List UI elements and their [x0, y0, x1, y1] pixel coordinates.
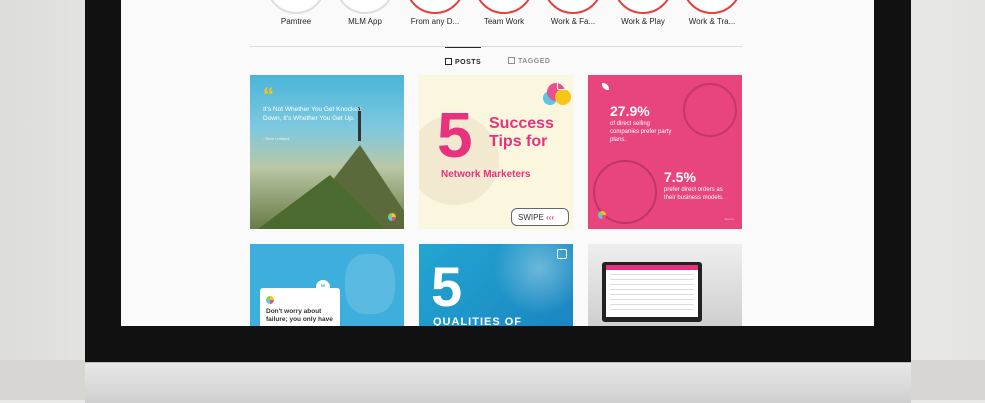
highlight-circle [405, 0, 465, 14]
instagram-profile-screen: Pamtree MLM App From any D... Team Work … [121, 0, 874, 326]
tab-label: TAGGED [518, 58, 551, 65]
highlight-label: From any D... [410, 17, 460, 26]
multi-image-icon [557, 80, 567, 90]
multi-image-icon [557, 249, 567, 259]
highlight-pamtree[interactable]: Pamtree [256, 0, 336, 26]
post-quote-author: - Vince Lombardi [263, 137, 290, 141]
highlight-circle [335, 0, 395, 14]
source-note: Source [724, 217, 734, 221]
monitor-chin [85, 362, 911, 403]
grid-icon [445, 58, 452, 65]
highlight-circle [543, 0, 603, 14]
post-laptop-dashboard[interactable] [588, 244, 742, 326]
highlight-label: MLM App [348, 17, 382, 26]
post-quote-text: Don't worry about failure; you only have [266, 308, 333, 323]
highlight-label: Work & Tra... [688, 17, 736, 26]
stat-value: 7.5% [664, 169, 696, 185]
laptop-table-rows [610, 274, 694, 314]
highlight-circle [613, 0, 673, 14]
highlight-circle [682, 0, 742, 14]
post-title: Success Tips for [489, 115, 554, 150]
laptop-header-bar [606, 265, 698, 270]
highlight-work-and-fa[interactable]: Work & Fa... [533, 0, 613, 26]
post-number: 5 [437, 99, 473, 171]
tab-posts[interactable]: POSTS [445, 47, 482, 76]
highlight-team-work[interactable]: Team Work [464, 0, 544, 26]
stat-value: 27.9% [610, 103, 650, 119]
decorative-circle [555, 89, 571, 105]
highlight-circle [474, 0, 534, 14]
highlight-mlm-app[interactable]: MLM App [325, 0, 405, 26]
brand-logo-icon [598, 211, 606, 219]
highlight-label: Work & Fa... [550, 17, 596, 26]
mountain-shape [250, 175, 390, 229]
post-quote-text: It's Not Whether You Get Knocked Down, I… [263, 106, 362, 122]
highlight-circle [266, 0, 326, 14]
tab-label: POSTS [455, 59, 482, 66]
highlight-work-and-tra[interactable]: Work & Tra... [672, 0, 752, 26]
chevron-left-icon: ‹‹‹ [546, 213, 555, 222]
profile-tabs: POSTS TAGGED [121, 47, 874, 75]
post-number: 5 [431, 255, 463, 318]
swipe-label: SWIPE [518, 213, 544, 222]
highlight-from-any-d[interactable]: From any D... [395, 0, 475, 26]
highlight-label: Work & Play [621, 17, 665, 26]
person-photo [345, 254, 395, 314]
post-quote-mountain[interactable]: “ It's Not Whether You Get Knocked Down,… [250, 75, 404, 229]
swipe-badge: SWIPE ‹‹‹ [511, 208, 569, 226]
post-failure-quote[interactable]: “ Don't worry about failure; you only ha… [250, 244, 404, 326]
post-title: QUALITIES OF [433, 316, 522, 326]
leaf-icon [602, 83, 609, 90]
post-direct-selling-stats[interactable]: 27.9% of direct selling companies prefer… [588, 75, 742, 229]
post-subtitle: Network Marketers [441, 169, 531, 180]
brand-logo-icon [266, 296, 274, 304]
post-qualities[interactable]: 5 QUALITIES OF [419, 244, 573, 326]
tab-tagged[interactable]: TAGGED [508, 47, 550, 75]
highlight-label: Pamtree [280, 17, 312, 26]
highlight-work-and-play[interactable]: Work & Play [603, 0, 683, 26]
quote-icon: “ [316, 280, 330, 294]
post-success-tips[interactable]: 5 Success Tips for Network Marketers SWI… [419, 75, 573, 229]
highlight-label: Team Work [483, 17, 525, 26]
stat-description: of direct selling companies prefer party… [610, 121, 672, 143]
tag-icon [508, 57, 515, 64]
stat-description: prefer direct orders as their business m… [664, 187, 724, 201]
network-icon [683, 83, 737, 137]
brand-logo-icon [388, 213, 396, 221]
